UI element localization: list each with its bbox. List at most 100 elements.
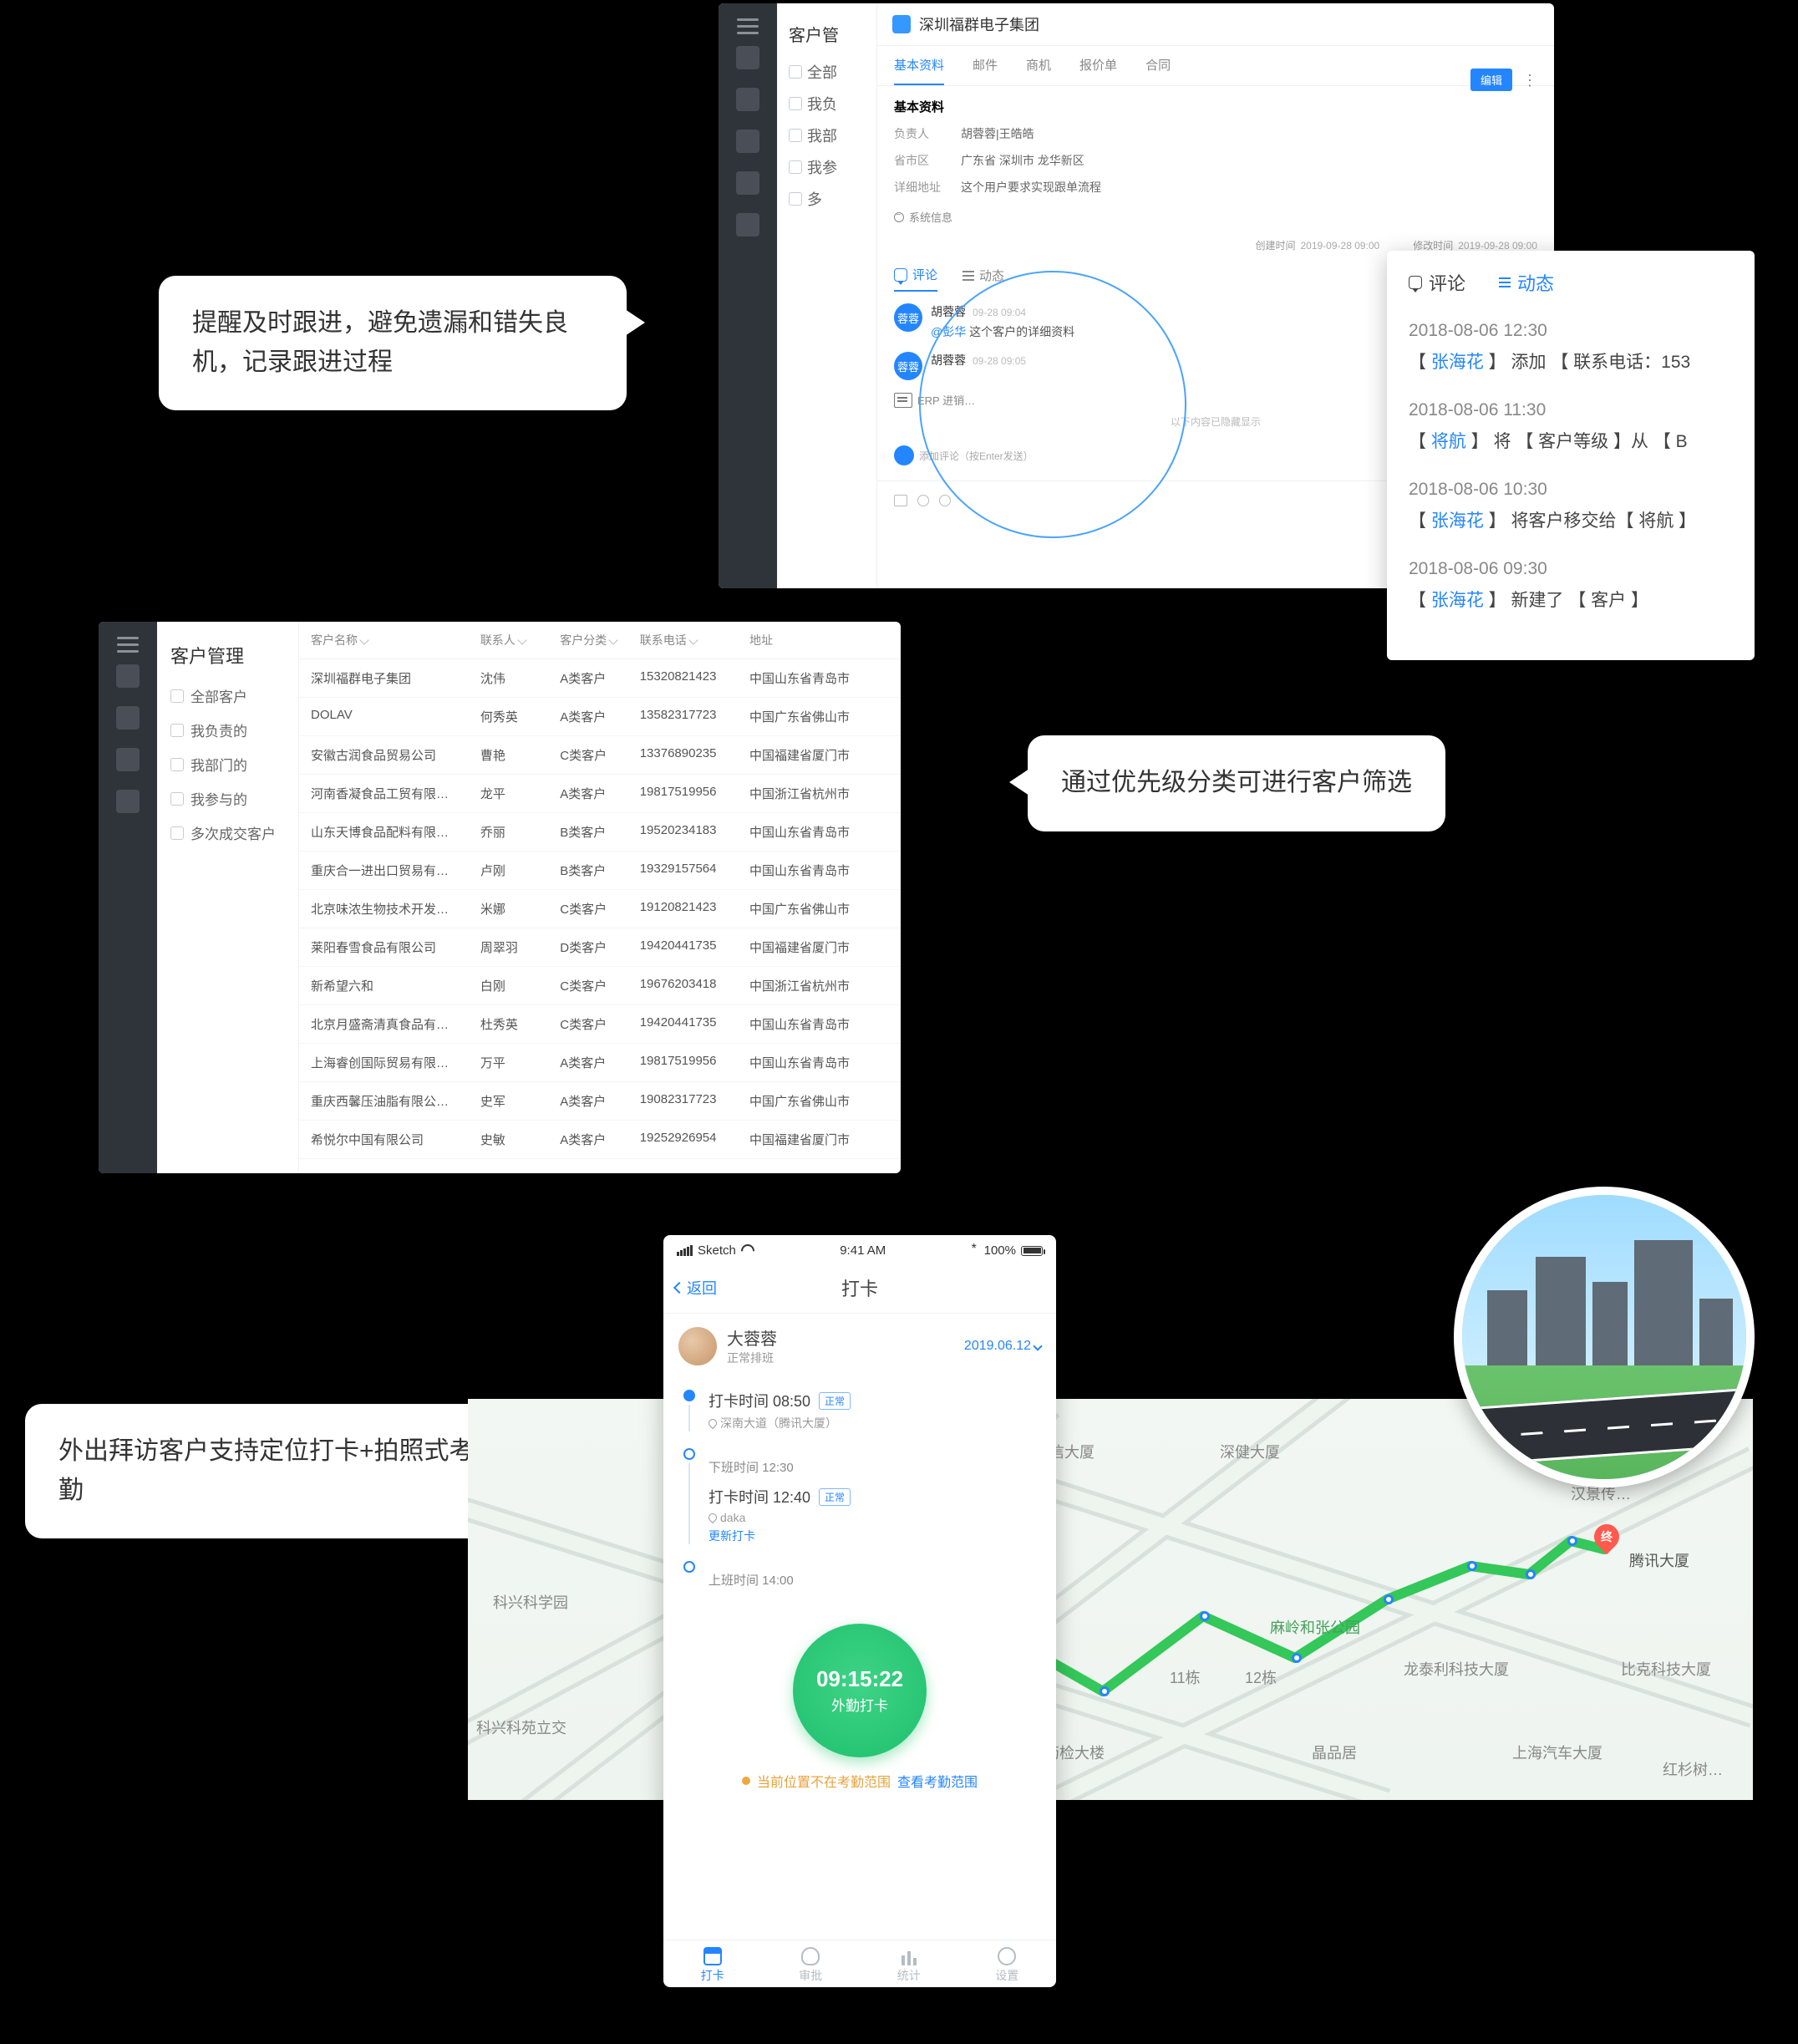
menu-icon[interactable] xyxy=(117,643,139,646)
chat-icon xyxy=(1409,276,1422,289)
filter-item[interactable]: 我参与的 xyxy=(170,788,285,809)
timeline: 打卡时间 08:50正常 深南大道（腾讯大厦） 下班时间 12:30 打卡时间 … xyxy=(663,1378,1056,1607)
filter-item[interactable]: 多次成交客户 xyxy=(170,822,285,843)
col-class[interactable]: 客户分类 xyxy=(560,632,639,648)
tabbar: 打卡 审批 统计 设置 xyxy=(663,1940,1056,1987)
filter-item[interactable]: 多 xyxy=(789,188,865,210)
customers-table: 客户名称 联系人 客户分类 联系电话 地址 深圳福群电子集团沈伟A类客户1532… xyxy=(299,622,901,1173)
checkbox-icon xyxy=(789,129,802,142)
mention-link[interactable]: @彭华 xyxy=(931,325,966,338)
customer-name: 深圳福群电子集团 xyxy=(919,13,1039,35)
checkbox-icon xyxy=(789,65,802,79)
activity-user[interactable]: 张海花 xyxy=(1431,591,1484,610)
tab-stats[interactable]: 统计 xyxy=(860,1947,958,1984)
filter-item[interactable]: 我部门的 xyxy=(170,754,285,775)
back-button[interactable]: 返回 xyxy=(675,1277,717,1299)
status-tag: 正常 xyxy=(819,1488,851,1506)
checkbox-icon xyxy=(789,160,802,174)
activity-user[interactable]: 张海花 xyxy=(1431,353,1484,372)
more-menu-icon[interactable]: ⋮ xyxy=(1522,72,1539,89)
tab-mail[interactable]: 邮件 xyxy=(973,46,998,85)
emoji-icon[interactable] xyxy=(917,495,929,506)
menu-icon[interactable] xyxy=(737,25,759,28)
tab-approve[interactable]: 审批 xyxy=(762,1947,861,1984)
rail-item[interactable] xyxy=(116,748,140,771)
filter-item[interactable]: 我负责的 xyxy=(170,719,285,740)
table-row[interactable]: 新希望六和白刚C类客户19676203418中国浙江省杭州市 xyxy=(299,967,901,1005)
cell: 米娜 xyxy=(480,900,560,918)
col-name[interactable]: 客户名称 xyxy=(311,632,480,648)
table-row[interactable]: 北京味浓生物技术开发…米娜C类客户19120821423中国广东省佛山市 xyxy=(299,890,901,928)
table-row[interactable]: 上海睿创国际贸易有限…万平A类客户19817519956中国山东省青岛市 xyxy=(299,1044,901,1082)
cell: 19817519956 xyxy=(640,785,749,802)
subtab-comment[interactable]: 评论 xyxy=(894,266,937,292)
table-row[interactable]: DOLAV何秀英A类客户13582317723中国广东省佛山市 xyxy=(299,698,901,736)
cell: 新希望六和 xyxy=(311,977,480,994)
rail-item[interactable] xyxy=(116,790,140,813)
filter-item[interactable]: 全部客户 xyxy=(170,685,285,706)
cell: 19420441735 xyxy=(640,1015,749,1033)
activity-time: 2018-08-06 12:30 xyxy=(1409,318,1733,344)
cell: C类客户 xyxy=(560,1015,639,1033)
tab-settings[interactable]: 设置 xyxy=(958,1947,1057,1984)
activity-user[interactable]: 将航 xyxy=(1431,432,1466,451)
table-row[interactable]: 河南香凝食品工贸有限…龙平A类客户19817519956中国浙江省杭州市 xyxy=(299,775,901,813)
punch-button[interactable]: 09:15:22 外勤打卡 xyxy=(793,1624,927,1757)
tab-basic[interactable]: 基本资料 xyxy=(894,46,944,85)
filter-item[interactable]: 全部 xyxy=(789,61,865,83)
rail-item[interactable] xyxy=(736,213,759,236)
at-icon[interactable] xyxy=(939,495,951,506)
out-of-range-warning: 当前位置不在考勤范围 查看考勤范围 xyxy=(663,1771,1056,1791)
cell: 19252926954 xyxy=(640,1131,749,1148)
tab-punch[interactable]: 打卡 xyxy=(663,1947,762,1984)
table-row[interactable]: 重庆合一进出口贸易有…卢刚B类客户19329157564中国山东省青岛市 xyxy=(299,852,901,890)
tab-quote[interactable]: 报价单 xyxy=(1079,46,1117,85)
activity-item: 2018-08-06 10:30【 张海花 】 将客户移交给【 将航 】 xyxy=(1409,476,1733,534)
rail-item[interactable] xyxy=(736,46,759,69)
table-row[interactable]: 深圳福群电子集团沈伟A类客户15320821423中国山东省青岛市 xyxy=(299,659,901,698)
cell: 中国福建省厦门市 xyxy=(749,746,889,764)
cell: 上海睿创国际贸易有限… xyxy=(311,1054,480,1071)
date-picker[interactable]: 2019.06.12 xyxy=(964,1339,1041,1354)
table-row[interactable]: 重庆西馨压油脂有限公…史军A类客户19082317723中国广东省佛山市 xyxy=(299,1082,901,1121)
rail-item[interactable] xyxy=(116,664,140,688)
col-phone[interactable]: 联系电话 xyxy=(640,632,749,648)
tab-opportunity[interactable]: 商机 xyxy=(1026,46,1051,85)
activity-user[interactable]: 张海花 xyxy=(1431,511,1484,531)
activity-panel: 评论 动态 2018-08-06 12:30【 张海花 】 添加 【 联系电话：… xyxy=(1387,251,1755,660)
carrier-label: Sketch xyxy=(698,1243,736,1258)
filter-item[interactable]: 我参 xyxy=(789,156,865,178)
list-icon xyxy=(1499,277,1511,287)
activity-tab-comment[interactable]: 评论 xyxy=(1409,269,1465,303)
cell: 中国广东省佛山市 xyxy=(749,708,889,725)
table-row[interactable]: 安徽古润食品贸易公司曹艳C类客户13376890235中国福建省厦门市 xyxy=(299,736,901,775)
system-info-toggle[interactable]: 系统信息 xyxy=(877,201,1554,233)
cell: 13376890235 xyxy=(640,746,749,764)
user-name: 大蓉蓉 xyxy=(727,1325,954,1350)
view-range-link[interactable]: 查看考勤范围 xyxy=(897,1771,978,1791)
upload-icon[interactable] xyxy=(894,495,907,506)
rail-item[interactable] xyxy=(116,706,140,730)
col-addr[interactable]: 地址 xyxy=(749,632,889,648)
table-row[interactable]: 北京月盛斋清真食品有…杜秀英C类客户19420441735中国山东省青岛市 xyxy=(299,1005,901,1044)
tooltip-followup: 提醒及时跟进，避免遗漏和错失良机，记录跟进过程 xyxy=(159,276,627,410)
tab-contract[interactable]: 合同 xyxy=(1145,46,1171,85)
table-row[interactable]: 莱阳春雪食品有限公司周翠羽D类客户19420441735中国福建省厦门市 xyxy=(299,928,901,967)
route-waypoint xyxy=(1384,1594,1394,1604)
rail-item[interactable] xyxy=(736,171,759,195)
filter-item[interactable]: 我负 xyxy=(789,93,865,114)
activity-line: 【 张海花 】 将客户移交给【 将航 】 xyxy=(1409,508,1733,535)
rail-item[interactable] xyxy=(736,130,759,153)
city-illustration-badge xyxy=(1454,1187,1755,1487)
filter-item[interactable]: 我部 xyxy=(789,125,865,146)
info-addr: 详细地址这个用户要求实现跟单流程 xyxy=(877,174,1554,201)
table-row[interactable]: 希悦尔中国有限公司史敏A类客户19252926954中国福建省厦门市 xyxy=(299,1121,901,1159)
rail-item[interactable] xyxy=(736,88,759,111)
edit-button[interactable]: 编辑 xyxy=(1470,69,1512,91)
table-row[interactable]: 山东天博食品配料有限…乔丽B类客户19520234183中国山东省青岛市 xyxy=(299,813,901,852)
col-contact[interactable]: 联系人 xyxy=(480,632,560,648)
subtab-activity[interactable]: 动态 xyxy=(962,266,1004,292)
status-tag: 正常 xyxy=(819,1392,851,1410)
update-punch-link[interactable]: 更新打卡 xyxy=(709,1528,755,1544)
activity-tab-activity[interactable]: 动态 xyxy=(1499,269,1554,303)
